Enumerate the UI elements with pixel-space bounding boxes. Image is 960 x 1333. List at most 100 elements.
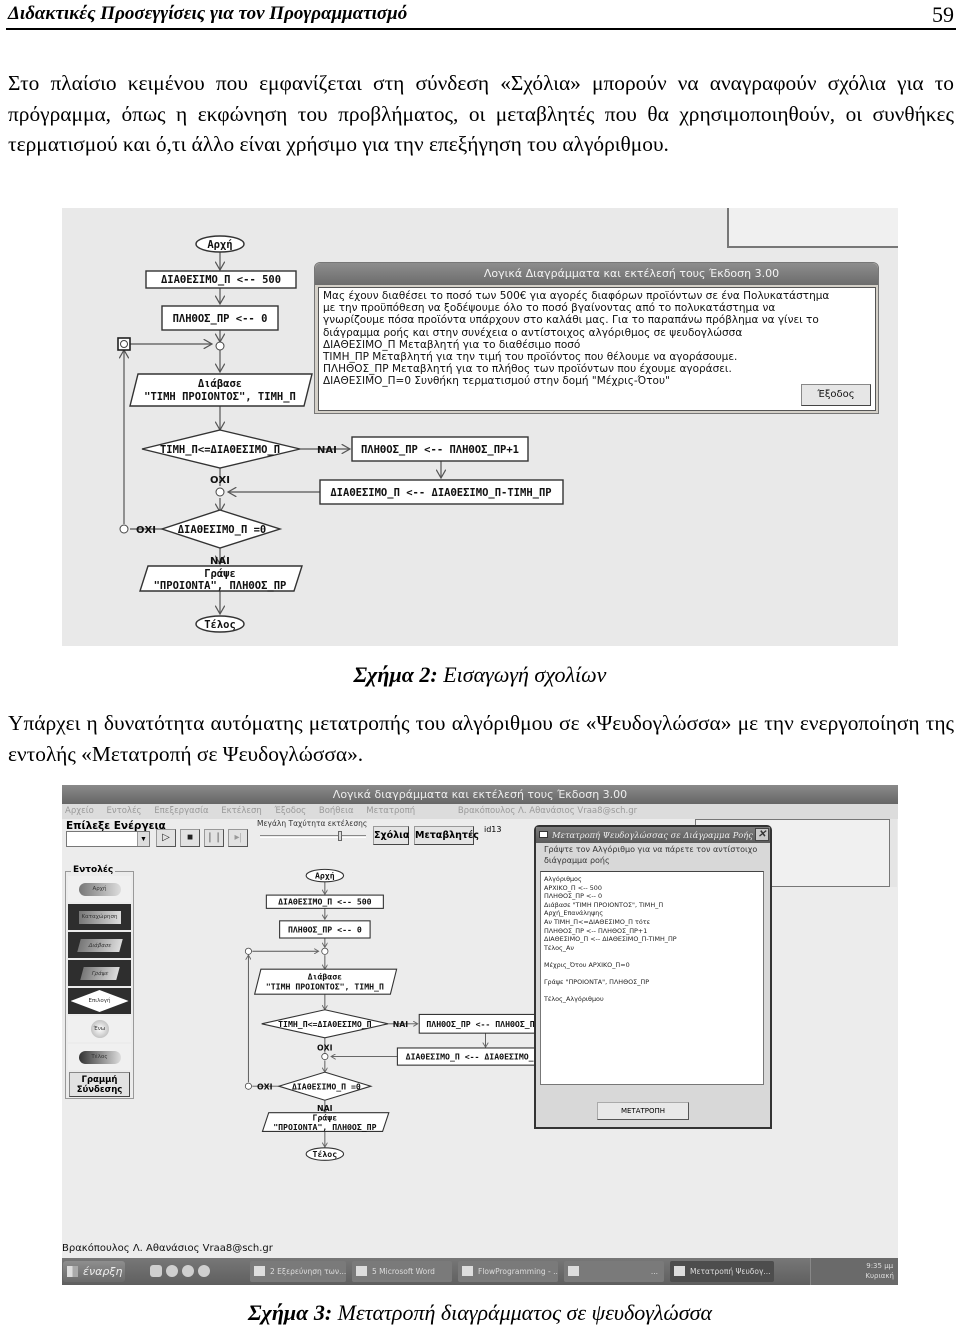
read-label: "ΤΙΜΗ ΠΡΟΙΟΝΤΟΣ", ΤΙΜΗ_Π [266, 981, 384, 991]
write-label: "ΠΡΟΙΟΝΤΑ", ΠΛΗΘΟΣ_ΠΡ [273, 1122, 376, 1132]
start-button[interactable]: έναρξη [63, 1261, 125, 1282]
figure-3-caption: Σχήμα 3: Μετατροπή διαγράμματος σε ψευδο… [0, 1300, 960, 1326]
window-icon [539, 831, 548, 838]
word-icon [356, 1266, 367, 1276]
join-node [215, 341, 225, 351]
taskbar-item-other[interactable]: ... [564, 1261, 664, 1282]
taskbar-item-word[interactable]: 5 Microsoft Word [352, 1261, 452, 1282]
clock-time: 9:35 μμ [866, 1262, 894, 1270]
comments-window: Λογικά Διαγράμματα και εκτέλεσή τους Έκδ… [314, 262, 879, 414]
windows-logo-icon [67, 1266, 78, 1277]
code-line: ΠΛΗΘΟΣ_ΠΡ <-- ΠΛΗΘΟΣ_ΠΡ+1 [544, 926, 648, 935]
decision-label: ΤΙΜΗ_Π<=ΔΙΑΘΕΣΙΜΟ_Π [160, 444, 280, 456]
app-icon [462, 1266, 473, 1276]
code-line: Διάβασε "ΤΙΜΗ ΠΡΟΙΟΝΤΟΣ", ΤΙΜΗ_Π [544, 900, 664, 909]
paragraph-comments: Στο πλαίσιο κειμένου που εμφανίζεται στη… [8, 71, 954, 156]
loop-node-circle [120, 340, 128, 348]
code-line: Τέλος_Αλγόριθμου [544, 995, 604, 1004]
system-tray: 9:35 μμ Κυριακή [810, 1258, 898, 1285]
convert-dialog-titlebar: Μετατροπή Ψευδογλώσσας σε Διάγραμμα Ροής… [536, 827, 770, 843]
caption-label: Σχήμα 2: [353, 662, 438, 687]
figure-2-caption: Σχήμα 2: Εισαγωγή σχολίων [0, 662, 960, 688]
no-label: ΟΧΙ [317, 1043, 333, 1052]
close-icon[interactable]: ✕ [755, 828, 769, 841]
page-number: 59 [932, 2, 954, 27]
taskbar-item-label: ... [650, 1267, 658, 1276]
no-label: ΟΧΙ [136, 525, 156, 536]
start-label: Αρχή [315, 871, 335, 881]
clock[interactable]: 9:35 μμ Κυριακή [865, 1261, 894, 1281]
convert-button[interactable]: ΜΕΤΑΤΡΟΠΗ [597, 1102, 689, 1120]
convert-dialog: Μετατροπή Ψευδογλώσσας σε Διάγραμμα Ροής… [534, 825, 772, 1129]
assign-label: ΔΙΑΘΕΣΙΜΟ_Π <-- ΔΙΑΘΕΣΙΜΟ_Π-ΤΙΜΗ_ΠΡ [330, 487, 551, 499]
join-node [119, 524, 129, 534]
folder-icon [254, 1266, 265, 1276]
start-label: έναρξη [83, 1265, 123, 1278]
no-label: ΟΧΙ [257, 1082, 273, 1091]
code-line: ΑΡΧΙΚΟ_Π <-- 500 [544, 883, 602, 892]
taskbar-item-label: 2 Εξερεύνηση των... [270, 1267, 346, 1276]
read-label: Διάβασε [308, 971, 343, 981]
pseudocode-textarea[interactable]: Αλγόριθμος ΑΡΧΙΚΟ_Π <-- 500 ΠΛΗΘΟΣ_ΠΡ <-- … [540, 871, 764, 1085]
footer-author: Βρακόπουλος Λ. Αθανάσιος Vraa8@sch.gr [62, 1243, 273, 1254]
quicklaunch-desktop-icon[interactable] [150, 1265, 162, 1277]
taskbar-item-label: 5 Microsoft Word [372, 1267, 435, 1276]
caption-label: Σχήμα 3: [247, 1300, 333, 1325]
quicklaunch-ie-icon[interactable] [166, 1265, 178, 1277]
write-label: Γράψε [204, 568, 236, 580]
exit-button[interactable]: Έξοδος [801, 384, 871, 406]
code-line: Τέλος_Αν [544, 943, 574, 952]
write-label: "ΠΡΟΙΟΝΤΑ", ΠΛΗΘΟΣ_ΠΡ [154, 580, 287, 592]
assign-label: ΠΛΗΘΟΣ_ΠΡ <-- 0 [173, 313, 268, 325]
taskbar-item-convert[interactable]: Μετατροπή Ψευδογ... [670, 1261, 774, 1282]
window-icon [674, 1266, 685, 1276]
comment-line: ΔΙΑΘΕΣΙΜΟ_Π=0 Συνθήκη τερματισμού στην δ… [323, 375, 670, 388]
app-icon [568, 1266, 579, 1276]
comments-window-title: Λογικά Διαγράμματα και εκτέλεσή τους Έκδ… [315, 263, 878, 285]
code-line: ΔΙΑΘΕΣΙΜΟ_Π <-- ΔΙΑΘΕΣΙΜΟ_Π-ΤΙΜΗ_ΠΡ [544, 935, 677, 944]
quicklaunch-media-icon[interactable] [182, 1265, 194, 1277]
comment-line: ΤΙΜΗ_ΠΡ Μεταβλητή για την τιμή του προϊό… [323, 351, 738, 364]
comment-line: ΔΙΑΘΕΣΙΜΟ_Π Μεταβλητή για το διαθέσιμο π… [323, 338, 581, 351]
assign-label: ΠΛΗΘΟΣ_ΠΡ <-- ΠΛΗΘΟΣ_ΠΡ+1 [361, 444, 519, 456]
convert-dialog-prompt: Γράψτε τον Αλγόριθμο για να πάρετε τον α… [544, 845, 758, 865]
assign-label: ΠΛΗΘΟΣ_ΠΡ <-- 0 [288, 925, 362, 935]
decision-label: ΔΙΑΘΕΣΙΜΟ_Π =0 [292, 1081, 361, 1091]
join-node [244, 947, 252, 955]
taskbar-item-label: Μετατροπή Ψευδογ... [690, 1267, 771, 1276]
assign-label: ΔΙΑΘΕΣΙΜΟ_Π <-- 500 [161, 274, 281, 286]
code-line: Αν ΤΙΜΗ_Π<=ΔΙΑΘΕΣΙΜΟ_Π τότε [544, 917, 651, 926]
start-label: Αρχή [207, 239, 232, 251]
join-node [244, 1082, 252, 1090]
flowchart-canvas: Αρχή ΔΙΑΘΕΣΙΜΟ_Π <-- 500 ΠΛΗΘΟΣ_ΠΡ <-- 0… [244, 868, 588, 1161]
comment-line: γνωρίζουμε πόσα προϊόντα υπάρχουν στο κα… [323, 314, 819, 327]
code-line: ΠΛΗΘΟΣ_ΠΡ <-- 0 [544, 892, 603, 901]
read-label: "ΤΙΜΗ ΠΡΟΙΟΝΤΟΣ", ΤΙΜΗ_Π [144, 391, 296, 403]
end-label: Τέλος [313, 1149, 338, 1159]
code-line: Αρχή_Επανάληψης [544, 909, 604, 918]
join-node [321, 1053, 329, 1061]
join-node [215, 487, 225, 497]
read-label: Διάβασε [198, 378, 242, 390]
comments-textbox[interactable]: Μας έχουν διαθέσει το ποσό των 500€ για … [318, 287, 876, 411]
comment-line: Μας έχουν διαθέσει το ποσό των 500€ για … [323, 290, 830, 302]
taskbar-item-flowprogramming[interactable]: FlowProgramming - ... [458, 1261, 558, 1282]
figure-3-screenshot: Λογικά διαγράμματα και εκτέλεσή τους Έκδ… [62, 785, 898, 1285]
comment-line: διάγραμμα ροής και στην συνέχεια ο αντίσ… [323, 326, 743, 339]
figure-2-screenshot: Αρχή ΔΙΑΘΕΣΙΜΟ_Π <-- 500 ΠΛΗΘΟΣ_ΠΡ <-- 0… [62, 208, 898, 646]
clock-day: Κυριακή [865, 1272, 894, 1280]
taskbar-item-label: FlowProgramming - ... [478, 1267, 558, 1276]
comment-line: ΠΛΗΘΟΣ_ΠΡ Μεταβλητή για το πλήθος των πρ… [323, 363, 732, 376]
yes-label: ΝΑΙ [393, 1020, 409, 1029]
taskbar: έναρξη 2 Εξερεύνηση των... 5 Microsoft W… [62, 1258, 898, 1285]
running-title: Διδακτικές Προσεγγίσεις για τον Προγραμμ… [8, 3, 408, 24]
decision-label: ΔΙΑΘΕΣΙΜΟ_Π =0 [178, 524, 267, 536]
quicklaunch-browser-icon[interactable] [198, 1265, 210, 1277]
taskbar-item-explorer[interactable]: 2 Εξερεύνηση των... [250, 1261, 346, 1282]
assign-label: ΠΛΗΘΟΣ_ΠΡ <-- ΠΛΗΘΟΣ_ΠΡ+1 [426, 1019, 549, 1029]
assign-label: ΔΙΑΘΕΣΙΜΟ_Π <-- 500 [278, 896, 372, 906]
join-node [321, 947, 329, 955]
